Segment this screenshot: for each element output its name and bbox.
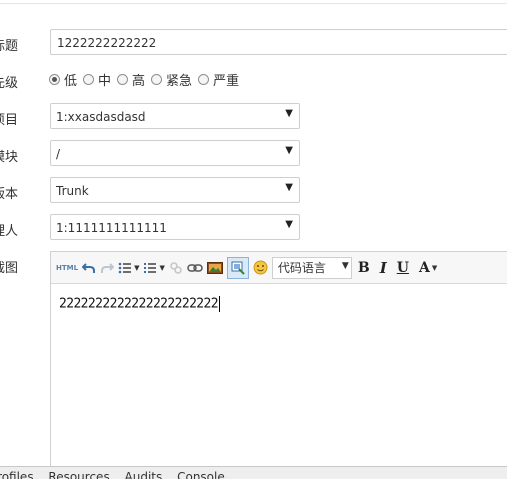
devtools-tab-profiles[interactable]: Profiles — [0, 470, 34, 479]
dropdown-arrow-icon: ▼ — [285, 182, 293, 193]
chevron-down-icon: ▼ — [159, 263, 165, 272]
bold-button[interactable]: B — [358, 257, 370, 279]
chevron-down-icon: ▼ — [431, 263, 438, 272]
priority-radio-high[interactable] — [117, 73, 129, 85]
module-select[interactable]: / ▼ — [50, 140, 300, 166]
assignee-select[interactable]: 1:1111111111111 ▼ — [50, 214, 300, 240]
link-icon[interactable] — [187, 257, 203, 279]
top-divider — [0, 0, 507, 4]
redo-icon[interactable] — [100, 257, 115, 279]
chevron-down-icon: ▼ — [134, 263, 140, 272]
priority-option-low: 低 — [64, 73, 78, 89]
chevron-down-icon: ▼ — [341, 260, 349, 271]
priority-option-urgent: 紧急 — [166, 73, 193, 89]
ordered-list-icon[interactable]: ▼ — [143, 257, 165, 279]
undo-icon[interactable] — [82, 257, 96, 279]
title-label: 标题 — [0, 39, 19, 54]
version-label: 版本 — [0, 187, 19, 202]
rich-text-editor: HTML ▼ ▼ 代码语言 ▼ B I U A ▼ 22222222222222… — [50, 251, 507, 466]
emoticon-icon[interactable] — [253, 257, 268, 279]
priority-radio-critical[interactable] — [198, 73, 210, 85]
dropdown-arrow-icon: ▼ — [285, 145, 293, 156]
screenshot-label: 截图 — [0, 261, 19, 276]
font-color-label: A — [418, 259, 430, 276]
editor-text: 2222222222222222222222 — [59, 296, 219, 312]
priority-option-high: 高 — [132, 73, 146, 89]
font-color-button[interactable]: A ▼ — [419, 257, 437, 279]
title-input[interactable]: 1222222222222 — [50, 29, 507, 55]
assignee-label: 理人 — [0, 224, 19, 239]
devtools-tab-resources[interactable]: Resources — [48, 470, 109, 479]
devtools-tab-console[interactable]: Console — [177, 470, 225, 479]
code-language-value: 代码语言 — [277, 261, 326, 275]
priority-label: 先级 — [0, 76, 19, 91]
image-icon[interactable] — [206, 257, 223, 279]
editor-content[interactable]: 2222222222222222222222 — [59, 296, 220, 312]
editor-toolbar: HTML ▼ ▼ 代码语言 ▼ B I U A ▼ — [51, 252, 507, 284]
html-source-button[interactable]: HTML — [56, 257, 78, 279]
unordered-list-icon[interactable]: ▼ — [118, 257, 139, 279]
priority-radio-urgent[interactable] — [151, 73, 163, 85]
underline-button[interactable]: U — [397, 257, 409, 279]
version-select-value: Trunk — [56, 184, 89, 198]
devtools-tab-audits[interactable]: Audits — [125, 470, 163, 479]
module-label: 模块 — [0, 150, 19, 165]
priority-radio-low[interactable] — [49, 73, 60, 85]
devtools-tabbar: Profiles Resources Audits Console — [0, 466, 507, 479]
version-select[interactable]: Trunk ▼ — [50, 177, 300, 203]
project-select[interactable]: 1:xxasdasdasd ▼ — [50, 103, 300, 129]
dropdown-arrow-icon: ▼ — [285, 108, 293, 119]
screenshot-icon[interactable] — [226, 256, 249, 279]
project-select-value: 1:xxasdasdasd — [56, 110, 146, 124]
code-language-select[interactable]: 代码语言 ▼ — [271, 256, 352, 279]
unlink-icon[interactable] — [169, 257, 183, 279]
priority-radio-group: 低 中 高 紧急 严重 — [49, 69, 245, 89]
dropdown-arrow-icon: ▼ — [285, 219, 293, 230]
priority-radio-medium[interactable] — [83, 73, 95, 85]
priority-option-medium: 中 — [98, 73, 112, 89]
module-select-value: / — [56, 147, 61, 161]
priority-option-critical: 严重 — [213, 73, 240, 89]
text-caret — [219, 296, 220, 312]
project-label: 项目 — [0, 113, 19, 128]
italic-button[interactable]: I — [380, 257, 387, 279]
assignee-select-value: 1:1111111111111 — [56, 221, 167, 235]
